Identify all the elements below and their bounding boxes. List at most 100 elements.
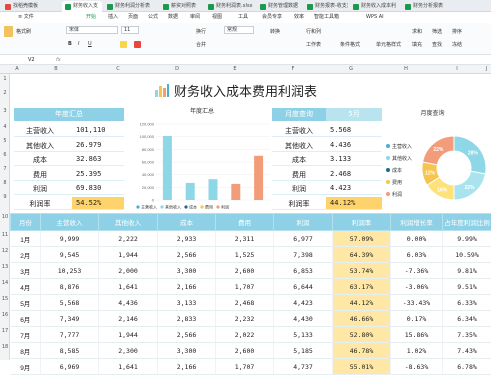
table-cell[interactable]: 5月 — [11, 295, 41, 311]
table-cell[interactable]: 2,222 — [99, 231, 158, 247]
table-cell[interactable]: 5,568 — [41, 295, 99, 311]
table-cell[interactable]: 2,566 — [158, 247, 216, 263]
underline-button[interactable]: U — [88, 41, 92, 47]
menu-item[interactable]: 效率 — [294, 12, 304, 23]
table-cell[interactable]: -8.63% — [391, 359, 443, 375]
menu-item[interactable]: 公式 — [148, 12, 158, 23]
row-header[interactable]: 10 — [0, 214, 10, 220]
row-header[interactable]: 6 — [0, 152, 10, 158]
table-cell[interactable]: 4,423 — [274, 295, 333, 311]
table-cell[interactable]: 2,146 — [99, 311, 158, 327]
table-cell[interactable]: 1,641 — [99, 359, 158, 375]
table-cell[interactable]: 10.59% — [443, 247, 491, 263]
table-cell[interactable]: 4,737 — [274, 359, 333, 375]
table-cell[interactable]: 8月 — [11, 343, 41, 359]
table-cell[interactable]: 3月 — [11, 263, 41, 279]
row-col-button[interactable]: 行和列 — [306, 28, 321, 35]
browser-tab[interactable]: 财务利润分析表 — [104, 1, 158, 12]
table-cell[interactable]: 5,185 — [274, 343, 333, 359]
font-color-icon[interactable] — [134, 41, 141, 48]
table-cell[interactable]: 7月 — [11, 327, 41, 343]
column-header[interactable]: D — [148, 65, 206, 74]
table-cell[interactable]: 10,253 — [41, 263, 99, 279]
table-cell[interactable]: 5,133 — [274, 327, 333, 343]
table-cell[interactable]: 46.66% — [333, 311, 391, 327]
sum-button[interactable]: 求和 — [412, 28, 422, 35]
table-cell[interactable]: 52.80% — [333, 327, 391, 343]
menu-item[interactable]: 插入 — [108, 12, 118, 23]
font-name-select[interactable]: 宋体 — [66, 26, 118, 34]
table-cell[interactable]: 44.12% — [333, 295, 391, 311]
table-cell[interactable]: 6,969 — [41, 359, 99, 375]
bold-button[interactable]: B — [68, 41, 72, 47]
menu-item[interactable]: 页面 — [128, 12, 138, 23]
table-cell[interactable]: 1,707 — [216, 359, 274, 375]
table-cell[interactable]: 4,436 — [99, 295, 158, 311]
table-cell[interactable]: 0.17% — [391, 311, 443, 327]
row-header[interactable]: 3 — [0, 108, 10, 114]
menu-item[interactable]: 数据 — [168, 12, 178, 23]
menu-item[interactable]: 审阅 — [190, 12, 200, 23]
row-header[interactable]: 12 — [0, 248, 10, 254]
convert-button[interactable]: 转换 — [270, 28, 280, 35]
row-header[interactable]: 16 — [0, 312, 10, 318]
row-header[interactable]: 8 — [0, 180, 10, 186]
table-cell[interactable]: 2,022 — [216, 327, 274, 343]
column-header[interactable]: H — [380, 65, 432, 74]
menu-item[interactable]: 会员专享 — [262, 12, 282, 23]
fx-icon[interactable]: fx — [56, 55, 61, 65]
menu-item[interactable]: ≡ 文件 — [18, 12, 34, 23]
table-cell[interactable]: 7.43% — [443, 343, 491, 359]
row-header[interactable]: 18 — [0, 344, 10, 350]
table-cell[interactable]: -7.36% — [391, 263, 443, 279]
browser-tab[interactable]: 财务分析报表 — [402, 1, 450, 12]
table-cell[interactable]: 57.09% — [333, 231, 391, 247]
table-cell[interactable]: 9.51% — [443, 279, 491, 295]
table-cell[interactable]: -33.43% — [391, 295, 443, 311]
table-cell[interactable]: 9,999 — [41, 231, 99, 247]
table-cell[interactable]: 8,876 — [41, 279, 99, 295]
paste-icon[interactable] — [4, 26, 13, 37]
worksheet-button[interactable]: 工作表 — [306, 41, 321, 48]
italic-button[interactable]: I — [78, 41, 79, 47]
table-cell[interactable]: 6.03% — [391, 247, 443, 263]
table-cell[interactable]: 1,641 — [99, 279, 158, 295]
merge-button[interactable]: 合并 — [196, 41, 206, 48]
table-cell[interactable]: 7,398 — [274, 247, 333, 263]
table-cell[interactable]: 7,349 — [41, 311, 99, 327]
table-cell[interactable]: 6月 — [11, 311, 41, 327]
table-cell[interactable]: 64.39% — [333, 247, 391, 263]
column-header[interactable]: F — [264, 65, 322, 74]
browser-tab[interactable]: 财务管理数据 — [257, 1, 302, 12]
browser-tab[interactable]: 薪资对照表 — [160, 1, 203, 12]
row-header[interactable]: 5 — [0, 138, 10, 144]
table-cell[interactable]: 2,166 — [158, 359, 216, 375]
browser-tab[interactable]: 财务利润表.xlsx — [205, 1, 255, 12]
cell-reference-box[interactable]: V2 — [28, 55, 35, 65]
font-size-select[interactable]: 11 — [121, 26, 139, 34]
table-cell[interactable]: 1,707 — [216, 279, 274, 295]
table-cell[interactable]: 2,000 — [99, 263, 158, 279]
menu-item[interactable]: 智能工具箱 — [314, 12, 339, 23]
cond-format-button[interactable]: 条件格式 — [340, 41, 360, 48]
table-cell[interactable]: 7.35% — [443, 327, 491, 343]
table-cell[interactable]: 2月 — [11, 247, 41, 263]
table-cell[interactable]: 55.01% — [333, 359, 391, 375]
table-cell[interactable]: 46.78% — [333, 343, 391, 359]
row-header[interactable]: 11 — [0, 232, 10, 238]
menu-item[interactable]: WPS AI — [366, 12, 384, 23]
table-cell[interactable]: 2,311 — [216, 231, 274, 247]
sort-button[interactable]: 排序 — [452, 28, 462, 35]
spreadsheet-grid[interactable]: 财务收入成本费用利润表 年度汇总 主营收入101,110其他收入26.979成本… — [10, 74, 491, 360]
freeze-button[interactable]: 冻结 — [452, 41, 462, 48]
row-header[interactable]: 15 — [0, 296, 10, 302]
row-header[interactable]: 14 — [0, 280, 10, 286]
column-header[interactable]: A — [10, 65, 24, 74]
cell-style-button[interactable]: 单元格样式 — [376, 41, 401, 48]
table-cell[interactable]: 6,853 — [274, 263, 333, 279]
table-cell[interactable]: 6.34% — [443, 311, 491, 327]
fill-color-icon[interactable] — [120, 41, 127, 48]
table-cell[interactable]: 3,133 — [158, 295, 216, 311]
row-header[interactable]: 17 — [0, 328, 10, 334]
table-cell[interactable]: 2,300 — [99, 343, 158, 359]
